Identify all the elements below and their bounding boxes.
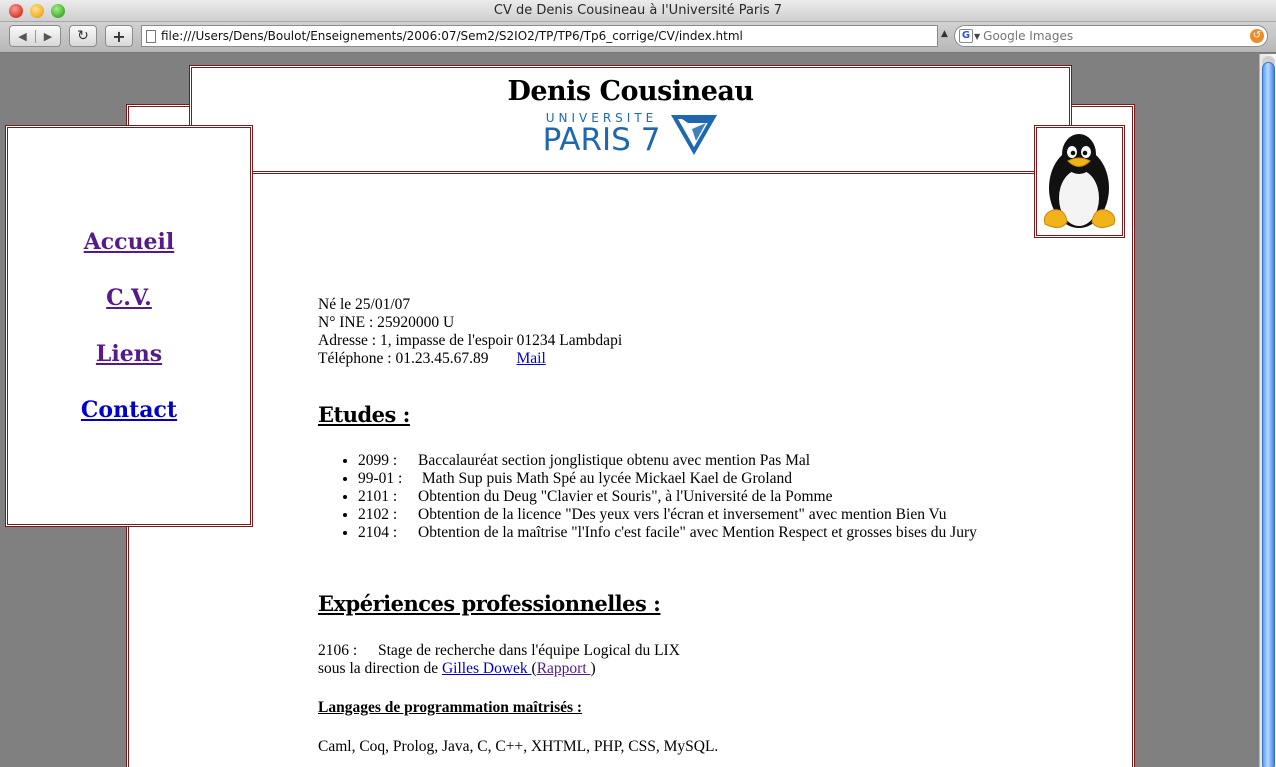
experience-heading: Expériences professionnelles : <box>318 591 661 616</box>
phone: Téléphone : 01.23.45.67.89 <box>318 350 489 367</box>
languages-heading: Langages de programmation maîtrisés : <box>318 699 583 716</box>
page-viewport: Denis Cousineau UNIVERSITE PARIS 7 Accue… <box>0 54 1259 767</box>
add-bookmark-button[interactable]: + <box>105 25 133 47</box>
nav-menu: Accueil C.V. Liens Contact <box>5 125 253 527</box>
back-button[interactable]: ◀ <box>10 30 35 43</box>
list-item: 2102 :Obtention de la licence "Des yeux … <box>358 506 1100 524</box>
list-item: 2099 :Baccalauréat section jonglistique … <box>358 452 1100 470</box>
search-input[interactable] <box>983 27 1250 45</box>
header-box: Denis Cousineau UNIVERSITE PARIS 7 <box>189 65 1072 174</box>
vertical-scrollbar[interactable] <box>1259 54 1276 767</box>
search-field[interactable]: G ▼ ↺ <box>954 25 1268 47</box>
studies-heading: Etudes : <box>318 402 410 427</box>
google-icon[interactable]: G <box>959 29 973 43</box>
university-logo: UNIVERSITE PARIS 7 <box>543 112 719 156</box>
reload-button[interactable]: ↻ <box>69 25 97 47</box>
forward-button[interactable]: ▶ <box>35 29 60 43</box>
ine-number: N° INE : 25920000 U <box>318 314 455 331</box>
scrollbar-thumb[interactable] <box>1262 62 1275 767</box>
list-item: 2104 :Obtention de la maîtrise "l'Info c… <box>358 524 1100 542</box>
experience-block: 2106 : Stage de recherche dans l'équipe L… <box>318 642 680 677</box>
report-link[interactable]: Rapport <box>537 660 591 677</box>
mail-link[interactable]: Mail <box>516 350 545 367</box>
paris7-emblem-icon <box>671 115 718 155</box>
nav-link-cv[interactable]: C.V. <box>8 285 250 311</box>
phone-line: Téléphone : 01.23.45.67.89 Mail <box>318 350 918 368</box>
list-item: 2101 :Obtention du Deug "Clavier et Sour… <box>358 488 1100 506</box>
studies-list: 2099 :Baccalauréat section jonglistique … <box>340 452 1100 542</box>
chevron-down-icon[interactable]: ▼ <box>974 32 980 41</box>
experience-text: Stage de recherche dans l'équipe Logical… <box>378 642 680 659</box>
snapback-icon[interactable]: ▲ <box>941 29 948 39</box>
logo-paris7-text: PARIS 7 <box>542 122 661 158</box>
address-bar-url: file:///Users/Dens/Boulot/Enseignements/… <box>161 29 743 43</box>
page-icon <box>146 29 156 43</box>
snapback-search-icon[interactable]: ↺ <box>1250 29 1264 43</box>
penguin-photo-frame <box>1034 125 1125 238</box>
window-title: CV de Denis Cousineau à l'Université Par… <box>493 3 783 18</box>
page-title: Denis Cousineau <box>507 76 754 107</box>
experience-year: 2106 : <box>318 642 358 659</box>
window-titlebar: CV de Denis Cousineau à l'Université Par… <box>0 0 1276 22</box>
personal-info: Né le 25/01/07 N° INE : 25920000 U Adres… <box>318 296 918 368</box>
advisor-prefix: sous la direction de <box>318 660 442 677</box>
list-item: 99-01 : Math Sup puis Math Spé au lycée … <box>358 470 1100 488</box>
address: Adresse : 1, impasse de l'espoir 01234 L… <box>318 332 623 349</box>
tux-penguin-icon <box>1043 134 1116 228</box>
nav-link-contact[interactable]: Contact <box>8 397 250 423</box>
languages-list: Caml, Coq, Prolog, Java, C, C++, XHTML, … <box>318 738 719 755</box>
birth-date: Né le 25/01/07 <box>318 296 411 313</box>
address-bar[interactable]: file:///Users/Dens/Boulot/Enseignements/… <box>141 25 938 47</box>
nav-link-liens[interactable]: Liens <box>8 341 250 367</box>
nav-link-accueil[interactable]: Accueil <box>8 229 250 255</box>
back-forward-group: ◀ ▶ <box>9 25 61 47</box>
advisor-link[interactable]: Gilles Dowek <box>442 660 532 677</box>
browser-toolbar: ◀ ▶ ↻ + file:///Users/Dens/Boulot/Enseig… <box>0 22 1276 53</box>
